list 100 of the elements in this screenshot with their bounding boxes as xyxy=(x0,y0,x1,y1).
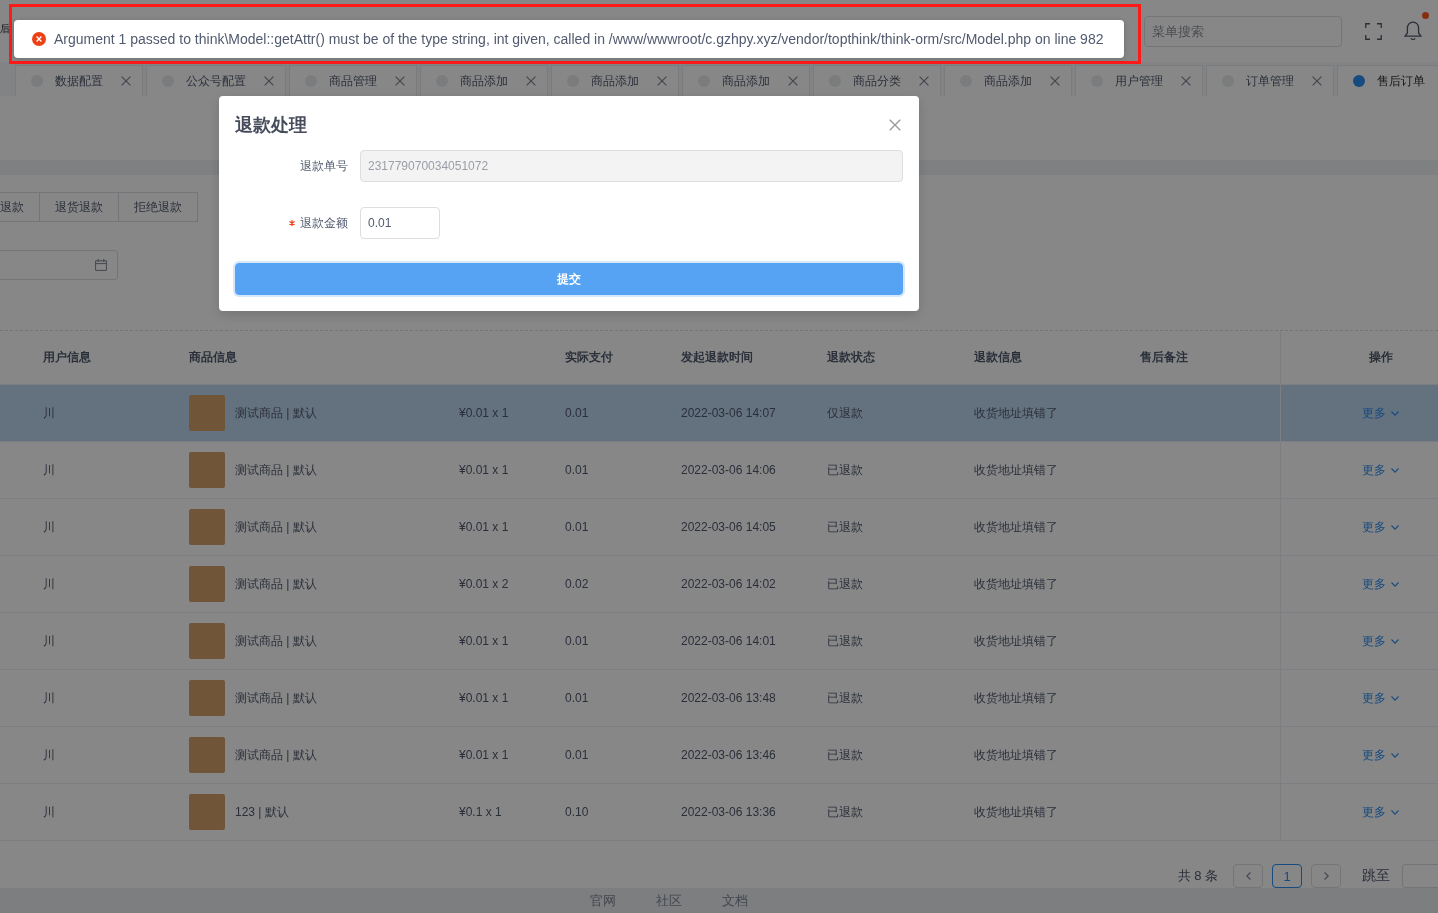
table-cell: 2022-03-06 14:02 xyxy=(681,577,776,591)
more-link[interactable]: 更多 xyxy=(1362,518,1399,536)
table-cell: 0.10 xyxy=(565,805,589,819)
table-cell: 川 xyxy=(43,575,55,593)
close-icon[interactable] xyxy=(1050,76,1060,86)
table-cell: 测试商品 | 默认 xyxy=(235,689,317,707)
column-header: 退款状态 xyxy=(827,349,875,366)
photo-placeholder xyxy=(189,566,225,602)
more-link[interactable]: 更多 xyxy=(1362,575,1399,593)
column-header: 商品信息 xyxy=(189,349,237,366)
breadcrumb-text: 后 xyxy=(0,24,10,34)
column-header: 售后备注 xyxy=(1140,349,1188,366)
next-page-button[interactable] xyxy=(1311,864,1341,888)
chevron-left-icon xyxy=(1245,872,1251,880)
tab[interactable]: 公众号配置 xyxy=(146,65,286,96)
total-count-text: 共 8 条 xyxy=(1177,867,1218,885)
close-icon[interactable] xyxy=(1312,76,1322,86)
table-cell: 已退款 xyxy=(827,461,863,479)
table-cell: ¥0.01 x 1 xyxy=(459,748,509,762)
table-cell: 川 xyxy=(43,632,55,650)
close-icon[interactable] xyxy=(657,76,667,86)
more-link[interactable]: 更多 xyxy=(1362,689,1399,707)
table-cell: 0.01 xyxy=(565,520,589,534)
calendar-icon xyxy=(95,259,107,271)
table-cell: 0.01 xyxy=(565,463,589,477)
table-cell: 2022-03-06 13:36 xyxy=(681,805,776,819)
close-icon[interactable] xyxy=(919,76,929,86)
table-cell: ¥0.01 x 1 xyxy=(459,691,509,705)
table-cell: 收货地址填错了 xyxy=(974,632,1058,650)
footer-link[interactable]: 文档 xyxy=(722,891,748,910)
table-cell: 2022-03-06 14:01 xyxy=(681,634,776,648)
field-label: 退款金额 xyxy=(300,214,348,232)
table-cell: 测试商品 | 默认 xyxy=(235,461,317,479)
photo-placeholder xyxy=(189,794,225,830)
tab[interactable]: 订单管理 xyxy=(1206,65,1334,96)
tab[interactable]: 售后订单 xyxy=(1337,65,1438,96)
table-cell: ¥0.01 x 1 xyxy=(459,406,509,420)
column-header: 实际支付 xyxy=(565,349,613,366)
fullscreen-icon[interactable] xyxy=(1365,22,1382,40)
photo-placeholder xyxy=(189,452,225,488)
close-icon[interactable] xyxy=(395,76,405,86)
tab[interactable]: 商品添加 xyxy=(682,65,810,96)
photo-placeholder xyxy=(189,680,225,716)
input-field[interactable]: 0.01 xyxy=(360,207,440,239)
tab[interactable]: 商品添加 xyxy=(551,65,679,96)
table-cell: 收货地址填错了 xyxy=(974,404,1058,422)
close-icon[interactable] xyxy=(264,76,274,86)
bell-icon[interactable] xyxy=(1404,21,1422,41)
table-cell: 川 xyxy=(43,404,55,422)
close-icon[interactable] xyxy=(889,119,901,131)
tab[interactable]: 商品管理 xyxy=(289,65,417,96)
chevron-down-icon xyxy=(1391,581,1399,587)
more-link[interactable]: 更多 xyxy=(1362,746,1399,764)
filter-tab[interactable]: 退款 xyxy=(0,192,40,222)
table-cell: 已退款 xyxy=(827,632,863,650)
close-icon[interactable] xyxy=(526,76,536,86)
close-icon[interactable] xyxy=(1181,76,1191,86)
table-cell: 收货地址填错了 xyxy=(974,689,1058,707)
search-field[interactable]: 菜单搜索 xyxy=(1144,15,1342,47)
chevron-down-icon xyxy=(1391,695,1399,701)
more-link[interactable]: 更多 xyxy=(1362,803,1399,821)
table-cell: ¥0.01 x 1 xyxy=(459,634,509,648)
column-header: 操作 xyxy=(1368,349,1393,366)
table-cell: 已退款 xyxy=(827,518,863,536)
photo-placeholder xyxy=(189,737,225,773)
table-cell: ¥0.01 x 1 xyxy=(459,520,509,534)
table-cell: 2022-03-06 14:05 xyxy=(681,520,776,534)
photo-placeholder xyxy=(189,623,225,659)
column-header: 退款信息 xyxy=(974,349,1022,366)
tab[interactable]: 用户管理 xyxy=(1075,65,1203,96)
table-cell: 川 xyxy=(43,746,55,764)
date-field[interactable] xyxy=(0,250,118,280)
close-icon[interactable] xyxy=(121,76,131,86)
chevron-down-icon xyxy=(1391,809,1399,815)
table-cell: 川 xyxy=(43,518,55,536)
table-cell: 测试商品 | 默认 xyxy=(235,746,317,764)
input-field: 231779070034051072 xyxy=(360,150,903,182)
tab[interactable]: 商品分类 xyxy=(813,65,941,96)
table-cell: 2022-03-06 13:48 xyxy=(681,691,776,705)
more-link[interactable]: 更多 xyxy=(1362,461,1399,479)
chevron-right-icon xyxy=(1323,872,1329,880)
submit-button[interactable]: 提交 xyxy=(235,263,903,295)
table-cell: 123 | 默认 xyxy=(235,803,289,821)
filter-tab[interactable]: 退货退款 xyxy=(39,192,119,222)
column-header: 用户信息 xyxy=(43,349,91,366)
table-cell: 测试商品 | 默认 xyxy=(235,518,317,536)
column-header: 发起退款时间 xyxy=(681,349,753,366)
filter-tab[interactable]: 拒绝退款 xyxy=(118,192,198,222)
more-link[interactable]: 更多 xyxy=(1362,632,1399,650)
chevron-down-icon xyxy=(1391,524,1399,530)
previous-page-button[interactable] xyxy=(1233,864,1263,888)
page-button[interactable]: 1 xyxy=(1272,864,1302,888)
tab[interactable]: 数据配置 xyxy=(15,65,143,96)
tab[interactable]: 商品添加 xyxy=(420,65,548,96)
table-cell: 川 xyxy=(43,803,55,821)
close-icon[interactable] xyxy=(788,76,798,86)
table-cell: 测试商品 | 默认 xyxy=(235,404,317,422)
tab[interactable]: 商品添加 xyxy=(944,65,1072,96)
table-cell: 收货地址填错了 xyxy=(974,746,1058,764)
table-cell: 0.01 xyxy=(565,748,589,762)
